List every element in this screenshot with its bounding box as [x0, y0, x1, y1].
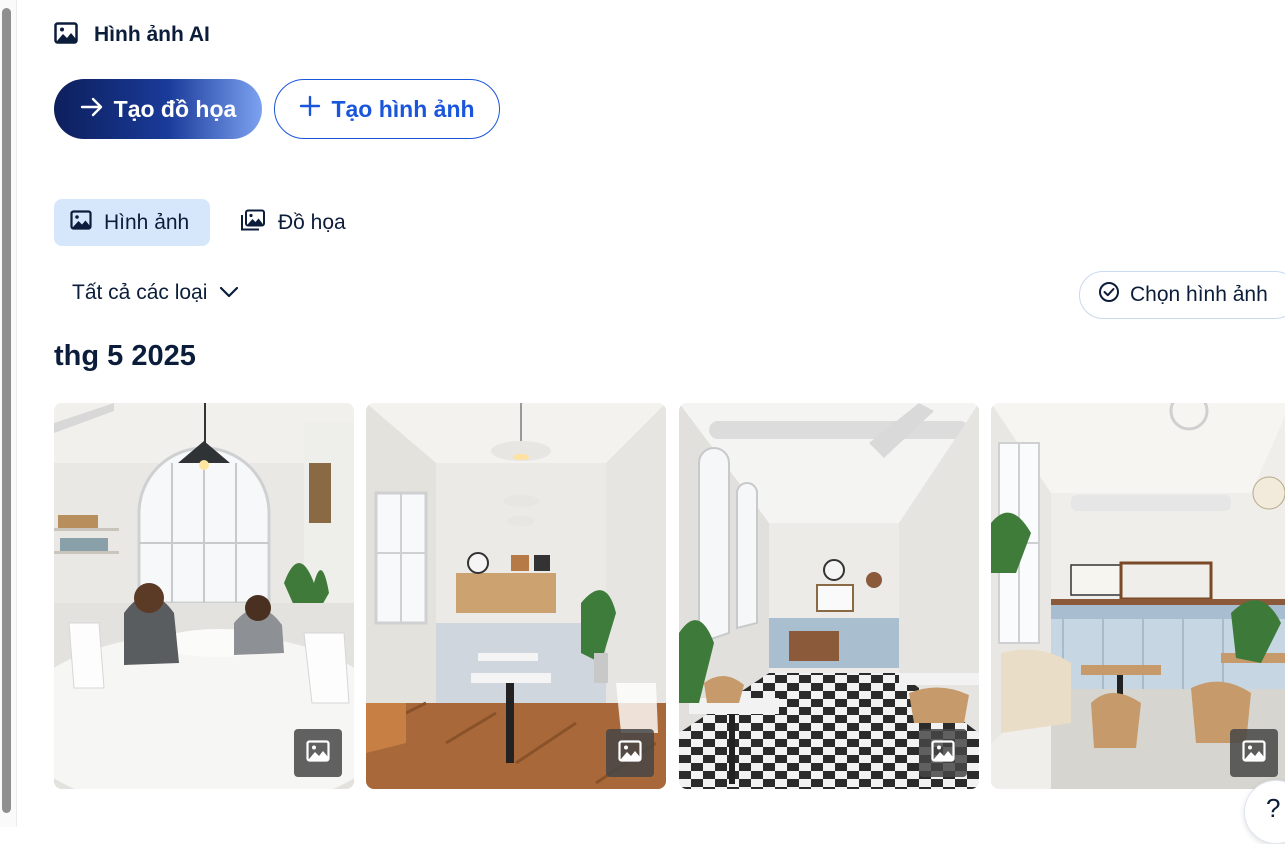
image-badge: [294, 729, 342, 777]
type-filter-value: Tất cả các loại: [72, 281, 208, 304]
image-icon: [931, 739, 955, 767]
image-card[interactable]: [991, 403, 1285, 789]
help-label: ?: [1266, 793, 1281, 823]
graphics-stack-icon: [240, 209, 266, 237]
create-graphic-label: Tạo đồ họa: [113, 95, 237, 122]
image-icon: [1242, 739, 1266, 767]
image-card[interactable]: [366, 403, 666, 789]
select-images-label: Chọn hình ảnh: [1130, 283, 1268, 306]
image-card[interactable]: [54, 403, 354, 789]
type-filter-dropdown[interactable]: Tất cả các loại: [72, 278, 239, 308]
image-badge: [1230, 729, 1278, 777]
image-badge: [919, 729, 967, 777]
tab-images[interactable]: Hình ảnh: [54, 199, 210, 246]
chevron-down-icon: [219, 281, 239, 305]
image-card[interactable]: [679, 403, 979, 789]
create-image-button[interactable]: Tạo hình ảnh: [274, 79, 500, 139]
arrow-right-icon: [80, 96, 104, 123]
image-icon: [70, 209, 92, 236]
tab-graphics[interactable]: Đồ họa: [224, 199, 362, 246]
tab-graphics-label: Đồ họa: [278, 210, 346, 234]
page-header: Hình ảnh AI: [54, 20, 210, 50]
image-icon: [54, 21, 78, 49]
image-badge: [606, 729, 654, 777]
section-date-heading: thg 5 2025: [54, 340, 196, 372]
check-circle-icon: [1098, 281, 1120, 309]
image-icon: [618, 739, 642, 767]
create-image-label: Tạo hình ảnh: [331, 95, 475, 122]
image-gallery: [54, 403, 1285, 789]
create-graphic-button[interactable]: Tạo đồ họa: [54, 79, 262, 139]
plus-icon: [299, 95, 321, 123]
scrollbar-thumb[interactable]: [2, 8, 11, 813]
image-icon: [306, 739, 330, 767]
page-title: Hình ảnh AI: [94, 23, 210, 46]
help-button[interactable]: ?: [1244, 780, 1285, 844]
tab-images-label: Hình ảnh: [104, 210, 190, 234]
select-images-button[interactable]: Chọn hình ảnh: [1079, 271, 1285, 319]
scrollbar[interactable]: [0, 0, 17, 827]
